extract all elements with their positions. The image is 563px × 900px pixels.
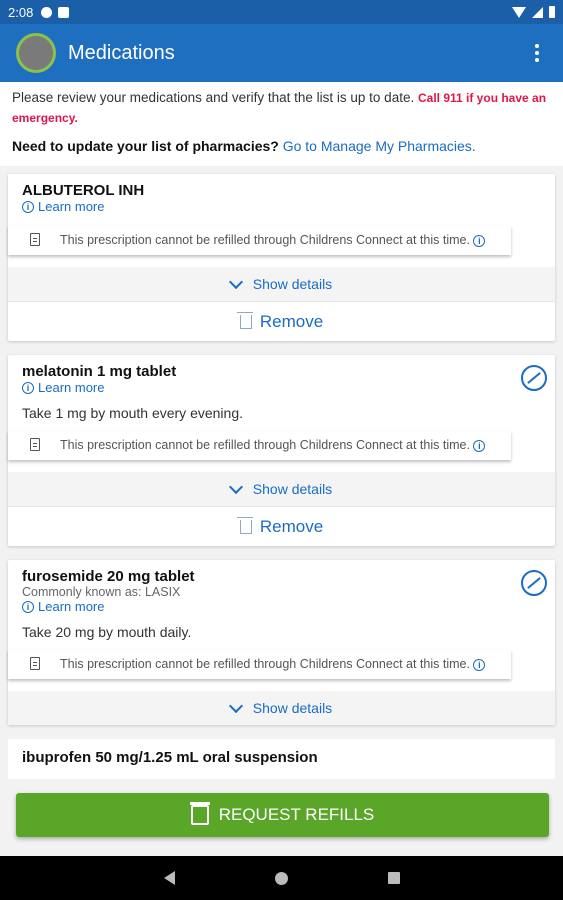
wifi-icon: [512, 6, 526, 18]
medication-name: ALBUTEROL INH: [22, 182, 145, 199]
app-bar: Medications: [0, 24, 563, 82]
page-title: Medications: [68, 41, 175, 64]
medication-instructions: Take 20 mg by mouth daily.: [22, 624, 192, 640]
status-bar: 2:08: [0, 0, 563, 24]
info-icon: i: [22, 381, 34, 394]
review-text: Please review your medications and verif…: [12, 90, 415, 105]
show-details-button[interactable]: Show details: [8, 691, 555, 725]
refill-notice-text: This prescription cannot be refilled thr…: [60, 438, 470, 452]
avatar[interactable]: [16, 33, 56, 73]
request-refills-label: REQUEST REFILLS: [218, 805, 375, 824]
no-entry-icon[interactable]: [521, 365, 547, 391]
document-icon: [30, 657, 40, 670]
prescription-icon: [189, 802, 210, 825]
learn-more-link[interactable]: i Learn more: [22, 599, 541, 614]
medication-card: melatonin 1 mg tablet i Learn more Take …: [8, 355, 555, 546]
recents-icon[interactable]: [387, 872, 400, 884]
info-icon: i: [22, 600, 34, 613]
medication-name: melatonin 1 mg tablet: [22, 363, 177, 380]
document-icon: [30, 438, 40, 451]
pharmacy-prompt: Need to update your list of pharmacies? …: [0, 128, 563, 166]
request-refills-button[interactable]: REQUEST REFILLS: [16, 793, 549, 837]
info-icon[interactable]: i: [473, 659, 486, 671]
learn-more-label: Learn more: [38, 380, 105, 395]
refill-notice: This prescription cannot be refilled thr…: [8, 431, 511, 460]
remove-button[interactable]: Remove: [8, 506, 555, 546]
home-icon[interactable]: [274, 871, 288, 885]
chevron-down-icon: [228, 274, 243, 289]
remove-label: Remove: [259, 311, 324, 331]
trash-icon: [236, 311, 253, 329]
medication-list[interactable]: Please review your medications and verif…: [0, 82, 563, 856]
learn-more-link[interactable]: i Learn more: [22, 380, 541, 395]
show-details-label: Show details: [252, 481, 333, 497]
medication-name: furosemide 20 mg tablet: [22, 568, 195, 585]
refill-notice-text: This prescription cannot be refilled thr…: [60, 657, 470, 671]
pharmacy-question: Need to update your list of pharmacies?: [12, 138, 279, 154]
learn-more-label: Learn more: [38, 599, 105, 614]
refill-notice: This prescription cannot be refilled thr…: [8, 650, 511, 679]
info-icon[interactable]: i: [473, 235, 486, 247]
medication-card: ALBUTEROL INH i Learn more This prescrip…: [8, 174, 555, 341]
show-details-button[interactable]: Show details: [8, 267, 555, 301]
show-details-label: Show details: [252, 700, 333, 716]
system-nav-bar: [0, 856, 563, 900]
learn-more-label: Learn more: [38, 199, 105, 214]
chevron-down-icon: [228, 698, 243, 713]
battery-icon: [549, 6, 555, 18]
show-details-label: Show details: [252, 276, 333, 292]
medication-instructions: Take 1 mg by mouth every evening.: [22, 405, 244, 421]
manage-pharmacies-link[interactable]: Go to Manage My Pharmacies.: [283, 138, 476, 154]
refill-notice-text: This prescription cannot be refilled thr…: [60, 233, 470, 247]
more-vert-icon[interactable]: [527, 44, 547, 62]
learn-more-link[interactable]: i Learn more: [22, 199, 541, 214]
sd-card-icon: [58, 6, 70, 18]
medication-card: furosemide 20 mg tablet Commonly known a…: [8, 560, 555, 725]
refill-notice: This prescription cannot be refilled thr…: [8, 226, 511, 255]
back-icon[interactable]: [163, 871, 175, 885]
sync-icon: [41, 6, 53, 18]
trash-icon: [236, 516, 253, 534]
medication-name: ibuprofen 50 mg/1.25 mL oral suspension: [8, 739, 555, 779]
no-entry-icon[interactable]: [521, 570, 547, 596]
remove-label: Remove: [259, 516, 324, 536]
document-icon: [30, 233, 40, 246]
show-details-button[interactable]: Show details: [8, 472, 555, 506]
chevron-down-icon: [228, 479, 243, 494]
medication-aka: Commonly known as: LASIX: [22, 585, 181, 599]
status-time: 2:08: [8, 4, 34, 20]
info-icon[interactable]: i: [473, 440, 486, 452]
remove-button[interactable]: Remove: [8, 301, 555, 341]
signal-icon: [532, 6, 543, 18]
info-icon: i: [22, 200, 34, 213]
intro-text: Please review your medications and verif…: [0, 82, 563, 128]
